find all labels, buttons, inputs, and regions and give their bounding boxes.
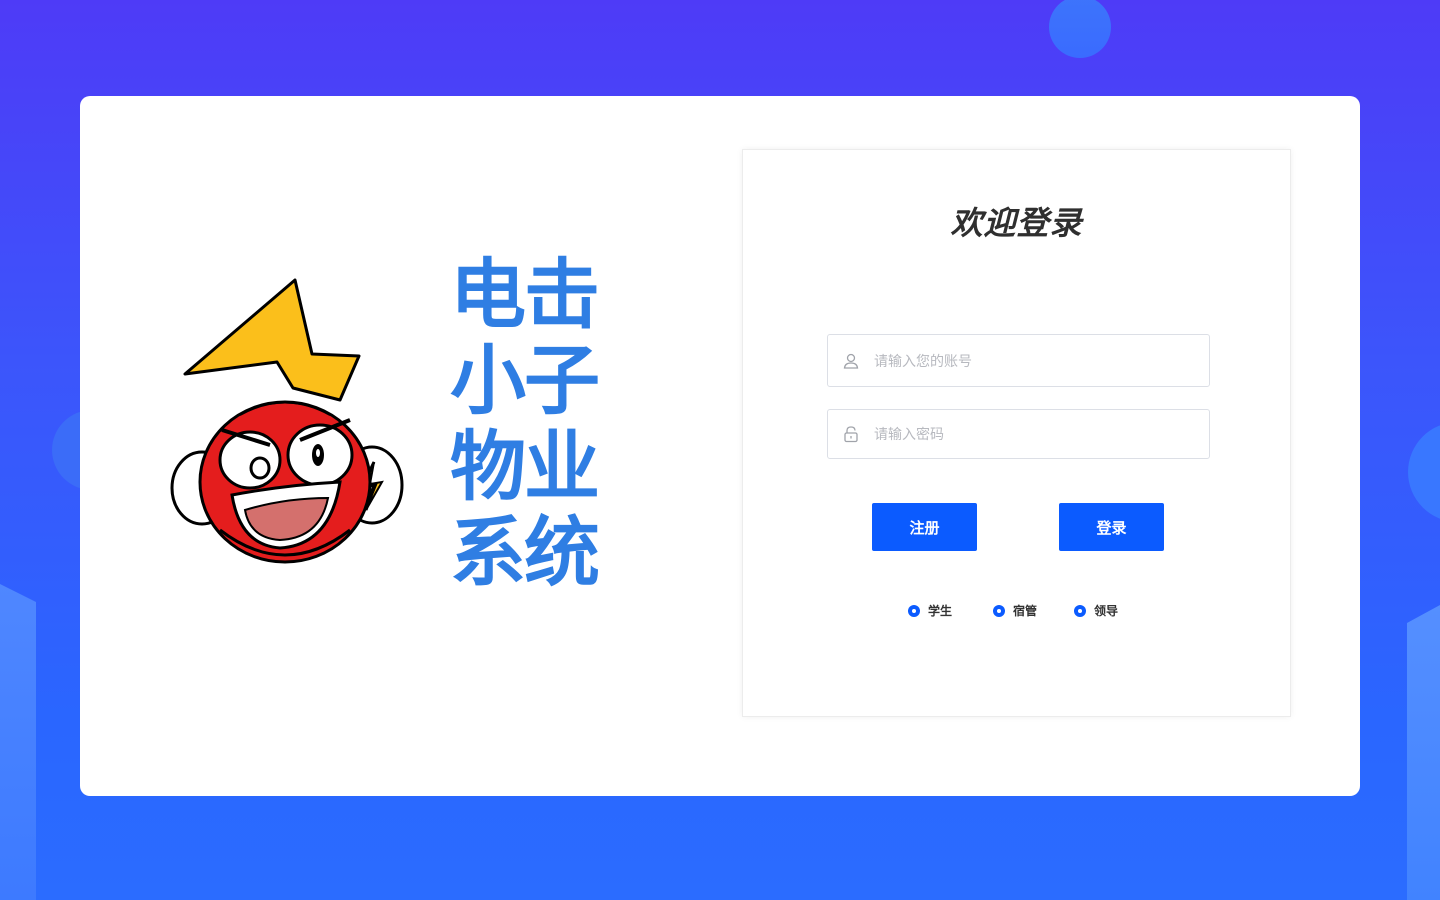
role-radio-dorm-manager[interactable]: 宿管 bbox=[993, 602, 1037, 619]
role-label-student: 学生 bbox=[928, 604, 953, 618]
radio-icon[interactable] bbox=[908, 604, 920, 617]
login-form: 欢迎登录 注册 登录 学生 宿管 领导 bbox=[742, 149, 1291, 717]
decor-circle-right bbox=[1408, 422, 1440, 522]
role-radio-leader[interactable]: 领导 bbox=[1074, 602, 1118, 619]
register-button[interactable]: 注册 bbox=[872, 503, 977, 551]
decor-circle-top bbox=[1049, 0, 1111, 58]
login-button[interactable]: 登录 bbox=[1059, 503, 1164, 551]
welcome-heading: 欢迎登录 bbox=[950, 204, 1083, 242]
role-label-dorm-manager: 宿管 bbox=[1013, 604, 1038, 618]
password-field[interactable] bbox=[827, 409, 1210, 460]
system-title: 电击 小子 物业 系统 bbox=[450, 252, 600, 596]
system-title-line-1: 电击 bbox=[450, 250, 600, 339]
decor-pillar-left bbox=[0, 584, 36, 900]
role-radio-student[interactable]: 学生 bbox=[908, 602, 952, 619]
decor-pillar-right bbox=[1407, 605, 1440, 900]
lock-icon bbox=[844, 426, 858, 443]
radio-icon[interactable] bbox=[993, 604, 1005, 617]
radio-icon[interactable] bbox=[1074, 604, 1086, 617]
mascot-logo bbox=[170, 278, 404, 564]
account-input[interactable] bbox=[872, 335, 1196, 388]
password-input[interactable] bbox=[872, 410, 1196, 460]
user-icon bbox=[843, 353, 859, 369]
system-title-line-3: 物业 bbox=[450, 422, 600, 511]
role-label-leader: 领导 bbox=[1094, 604, 1119, 618]
system-title-line-2: 小子 bbox=[450, 336, 600, 425]
account-field[interactable] bbox=[827, 334, 1210, 388]
system-title-line-4: 系统 bbox=[450, 508, 600, 597]
